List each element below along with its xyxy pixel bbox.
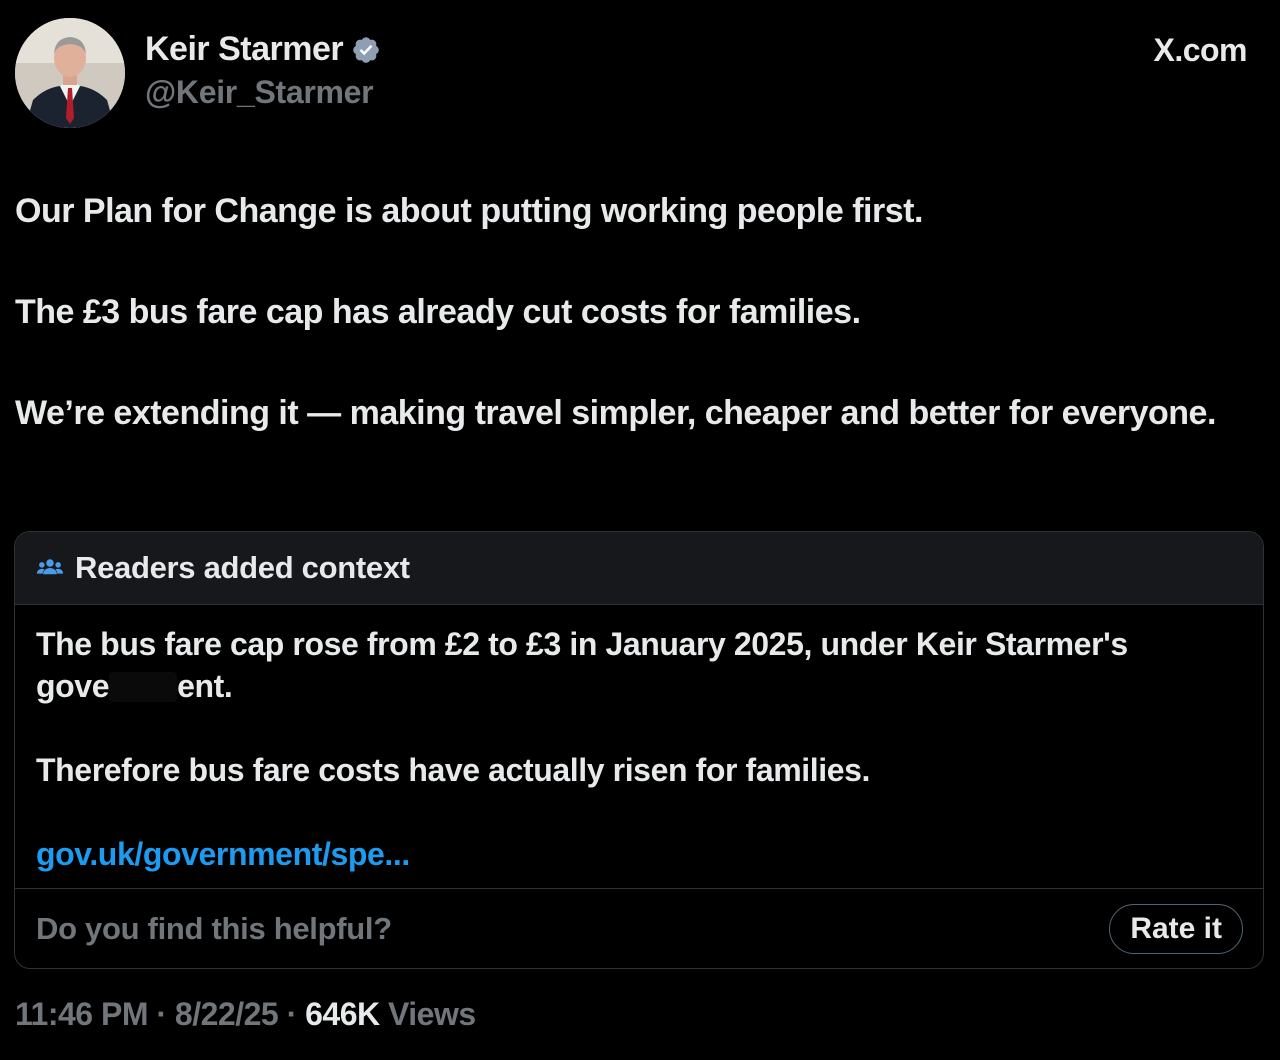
views-label: Views <box>379 996 476 1032</box>
community-note-header: Readers added context <box>15 532 1263 605</box>
redacted-area <box>109 672 178 702</box>
site-label: X.com <box>1153 32 1247 68</box>
community-note-paragraph: Therefore bus fare costs have actually r… <box>36 752 871 788</box>
author-handle[interactable]: @Keir_Starmer <box>145 74 374 111</box>
community-note: Readers added context The bus fare cap r… <box>14 531 1264 969</box>
rate-it-button[interactable]: Rate it <box>1109 903 1243 954</box>
tweet-text: Our Plan for Change is about putting wor… <box>15 186 1255 489</box>
author-name-text: Keir Starmer <box>145 30 344 68</box>
verified-badge-icon[interactable] <box>351 35 381 65</box>
tweet-time[interactable]: 11:46 PM <box>15 996 148 1032</box>
community-note-footer: Do you find this helpful? Rate it <box>15 888 1263 968</box>
meta-separator: · <box>147 996 175 1032</box>
views-count: 646K <box>305 996 380 1032</box>
author-name[interactable]: Keir Starmer <box>145 30 381 69</box>
tweet-meta: 11:46 PM · 8/22/25 · 646K Views <box>15 996 476 1033</box>
tweet-date[interactable]: 8/22/25 <box>175 996 279 1032</box>
helpful-question: Do you find this helpful? <box>36 910 392 946</box>
tweet-paragraph: We’re extending it — making travel simpl… <box>15 394 1216 432</box>
tweet-paragraph: The £3 bus fare cap has already cut cost… <box>15 293 861 331</box>
community-note-text: ent. <box>177 668 233 704</box>
community-note-body: The bus fare cap rose from £2 to £3 in J… <box>15 605 1263 875</box>
community-note-paragraph: The bus fare cap rose from £2 to £3 in J… <box>36 623 1186 707</box>
community-note-source-link[interactable]: gov.uk/government/spe... <box>36 833 410 875</box>
tweet-paragraph: Our Plan for Change is about putting wor… <box>15 192 923 230</box>
people-icon <box>36 559 64 575</box>
meta-separator: · <box>278 996 306 1032</box>
avatar[interactable] <box>15 18 125 128</box>
profile-photo <box>15 18 125 128</box>
community-note-title: Readers added context <box>75 550 410 585</box>
